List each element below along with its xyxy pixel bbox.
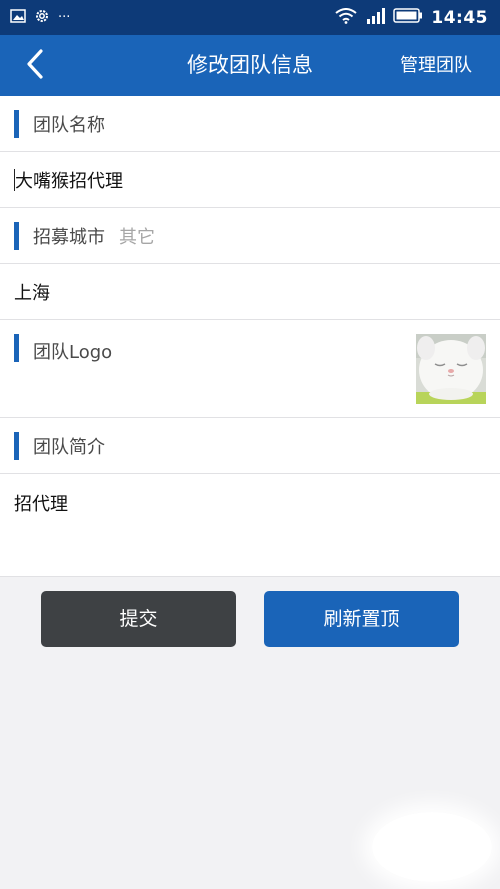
team-name-value: 大嘴猴招代理 <box>15 170 123 192</box>
status-time: 14:45 <box>431 7 488 28</box>
wifi-icon <box>335 7 357 28</box>
section-accent-bar <box>14 109 19 138</box>
status-bar: ··· 14:45 <box>0 0 500 35</box>
image-icon <box>10 8 26 27</box>
recruit-city-input[interactable]: 上海 <box>0 264 500 320</box>
team-name-label: 团队名称 <box>33 114 105 136</box>
cellular-signal-icon <box>365 7 386 28</box>
section-accent-bar <box>14 334 19 362</box>
team-intro-label: 团队简介 <box>33 436 105 458</box>
chevron-left-icon <box>25 49 45 83</box>
section-team-logo: 团队Logo <box>0 320 500 418</box>
status-bar-right: 14:45 <box>335 7 488 28</box>
team-name-input[interactable]: 大嘴猴招代理 <box>0 152 500 208</box>
manage-team-button[interactable]: 管理团队 <box>400 35 472 96</box>
team-intro-value: 招代理 <box>14 494 68 515</box>
recruit-city-label: 招募城市 <box>33 226 105 248</box>
battery-icon <box>393 8 423 27</box>
section-recruit-city[interactable]: 招募城市 其它 <box>0 208 500 264</box>
team-intro-textarea[interactable]: 招代理 <box>0 474 500 577</box>
team-info-form: 团队名称 大嘴猴招代理 招募城市 其它 上海 团队Logo 团队简介 招代理 <box>0 96 500 577</box>
section-team-name: 团队名称 <box>0 96 500 152</box>
section-accent-bar <box>14 431 19 460</box>
settings-gear-icon <box>34 8 50 28</box>
team-logo-label: 团队Logo <box>33 342 113 363</box>
section-team-intro: 团队简介 <box>0 418 500 474</box>
back-button[interactable] <box>18 49 52 83</box>
submit-button[interactable]: 提交 <box>41 591 236 647</box>
recruit-city-other-option[interactable]: 其它 <box>119 223 155 249</box>
more-notifications-indicator: ··· <box>58 10 71 25</box>
overlay-smudge <box>372 812 492 882</box>
section-accent-bar <box>14 221 19 250</box>
action-buttons: 提交 刷新置顶 <box>0 591 500 647</box>
status-bar-left: ··· <box>10 8 70 28</box>
team-logo-image[interactable] <box>416 334 486 404</box>
nav-bar: 修改团队信息 管理团队 <box>0 35 500 96</box>
refresh-top-button[interactable]: 刷新置顶 <box>264 591 459 647</box>
recruit-city-value: 上海 <box>14 282 50 304</box>
